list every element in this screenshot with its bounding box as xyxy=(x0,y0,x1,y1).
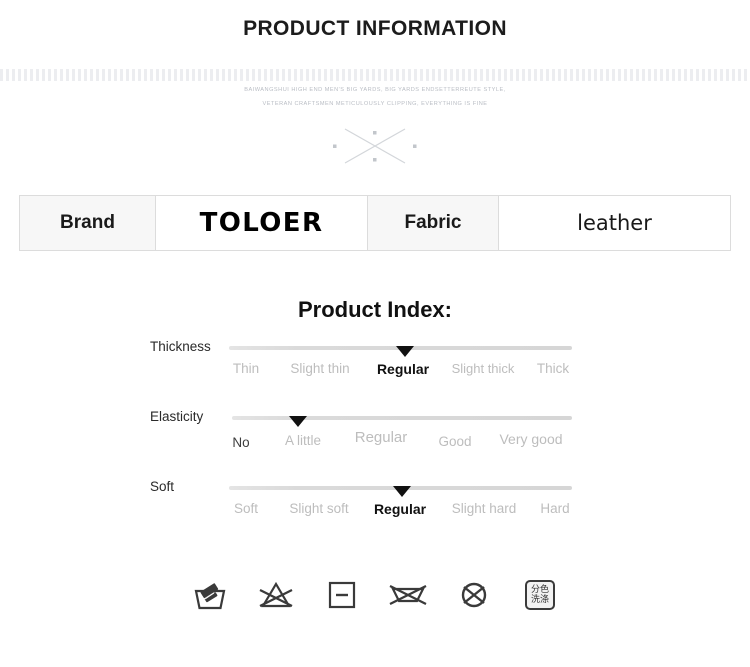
index-scale-elasticity: No A little Regular Good Very good xyxy=(150,429,580,461)
index-option-regular-elasticity[interactable]: Regular xyxy=(355,429,408,446)
tagline-line-1: BAIWANGSHUI HIGH END MEN'S BIG YARDS, BI… xyxy=(244,87,506,93)
index-scale-thickness: Thin Slight thin Regular Slight thick Th… xyxy=(150,361,580,391)
index-row-soft-label: Soft xyxy=(150,479,175,494)
index-row-elasticity: Elasticity No A little Regular Good Very… xyxy=(150,405,580,475)
index-option-a-little[interactable]: A little xyxy=(285,433,321,448)
do-not-wring-icon xyxy=(385,573,431,617)
index-option-regular[interactable]: Regular xyxy=(377,361,429,377)
product-index-block: Thickness Thin Slight thin Regular Sligh… xyxy=(150,335,580,545)
spec-key-brand: Brand xyxy=(20,196,156,250)
index-option-hard[interactable]: Hard xyxy=(540,501,569,516)
index-option-very-good[interactable]: Very good xyxy=(499,431,562,447)
spec-value-fabric: leather xyxy=(499,196,730,250)
care-symbols-row: 分色 洗涤 xyxy=(0,573,750,617)
decorative-divider-band xyxy=(0,69,750,81)
dry-flat-icon xyxy=(319,573,365,617)
x-ornament-icon xyxy=(0,121,750,171)
wash-separately-cn-icon: 分色 洗涤 xyxy=(517,573,563,617)
index-option-soft[interactable]: Soft xyxy=(234,501,258,516)
tagline-line-2: VETERAN CRAFTSMEN METICULOUSLY CLIPPING,… xyxy=(262,101,488,107)
index-row-thickness: Thickness Thin Slight thin Regular Sligh… xyxy=(150,335,580,405)
index-option-slight-thin[interactable]: Slight thin xyxy=(290,361,349,376)
index-option-slight-soft[interactable]: Slight soft xyxy=(289,501,348,516)
index-option-thick[interactable]: Thick xyxy=(537,361,569,376)
index-option-slight-thick[interactable]: Slight thick xyxy=(452,361,515,376)
do-not-dry-clean-icon xyxy=(451,573,497,617)
product-index-title: Product Index: xyxy=(297,297,452,322)
index-row-thickness-label: Thickness xyxy=(150,339,211,354)
spec-key-fabric: Fabric xyxy=(368,196,499,250)
index-track-elasticity[interactable] xyxy=(232,416,572,420)
index-scale-soft: Soft Slight soft Regular Slight hard Har… xyxy=(150,501,580,531)
wash-separately-cn-line-2: 洗涤 xyxy=(530,595,549,605)
wash-separately-cn-box: 分色 洗涤 xyxy=(525,580,555,610)
index-option-thin[interactable]: Thin xyxy=(233,361,259,376)
tagline: BAIWANGSHUI HIGH END MEN'S BIG YARDS, BI… xyxy=(0,83,750,111)
index-option-regular-soft[interactable]: Regular xyxy=(374,501,426,517)
page-title: PRODUCT INFORMATION xyxy=(243,17,507,40)
index-marker-soft xyxy=(393,486,411,497)
index-option-no[interactable]: No xyxy=(232,435,249,450)
index-marker-thickness xyxy=(396,346,414,357)
do-not-bleach-icon xyxy=(253,573,299,617)
wash-separately-cn-line-1: 分色 xyxy=(530,585,549,595)
spec-key-fabric-label: Fabric xyxy=(404,212,462,233)
spec-value-brand-label: TOLOER xyxy=(199,208,324,238)
spec-table: Brand TOLOER Fabric leather xyxy=(19,195,731,251)
hand-wash-icon xyxy=(187,573,233,617)
index-marker-elasticity xyxy=(289,416,307,427)
index-row-elasticity-label: Elasticity xyxy=(150,409,204,424)
spec-value-brand: TOLOER xyxy=(156,196,368,250)
index-option-slight-hard[interactable]: Slight hard xyxy=(452,501,517,516)
index-option-good[interactable]: Good xyxy=(438,434,471,449)
spec-key-brand-label: Brand xyxy=(60,212,115,233)
spec-value-fabric-label: leather xyxy=(577,211,652,235)
index-row-soft: Soft Soft Slight soft Regular Slight har… xyxy=(150,475,580,545)
